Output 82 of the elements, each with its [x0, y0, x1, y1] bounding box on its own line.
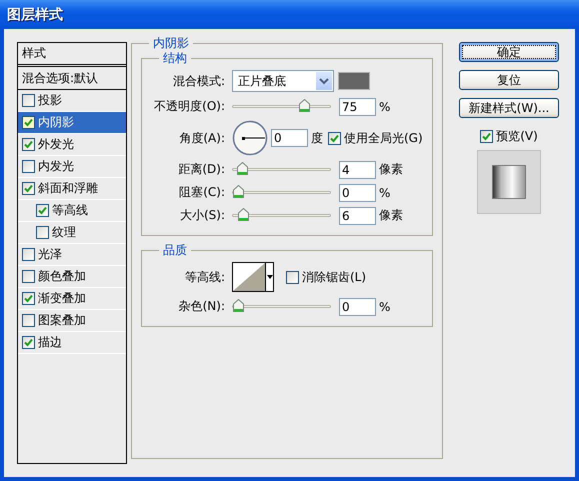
dialog-button[interactable]: 确定 — [459, 42, 559, 62]
style-label: 投影 — [38, 92, 62, 109]
group-title: 品质 — [162, 242, 188, 259]
checkbox[interactable] — [22, 138, 35, 151]
checkbox[interactable] — [22, 314, 35, 327]
unit-label: % — [379, 300, 390, 314]
checkbox[interactable] — [22, 94, 35, 107]
style-label: 渐变叠加 — [38, 290, 86, 307]
unit-label: % — [379, 186, 390, 200]
slider-thumb[interactable] — [236, 162, 248, 175]
style-label: 纹理 — [52, 224, 76, 241]
value-field[interactable]: 0 — [339, 184, 376, 202]
checkbox-label: 使用全局光(G) — [344, 130, 423, 146]
value-field[interactable]: 75 — [339, 98, 376, 116]
window-title: 图层样式 — [7, 6, 63, 24]
group-title: 结构 — [162, 50, 188, 67]
value-field[interactable]: 6 — [339, 206, 376, 224]
style-label: 等高线 — [52, 202, 88, 219]
style-label: 外发光 — [38, 136, 74, 153]
slider-thumb[interactable] — [233, 185, 244, 198]
style-label: 斜面和浮雕 — [38, 180, 98, 197]
group-title: 内阴影 — [152, 35, 190, 52]
field-label: 杂色(N): — [178, 298, 225, 315]
checkbox[interactable] — [22, 182, 35, 195]
checkbox[interactable] — [22, 336, 35, 349]
style-list-item[interactable]: 斜面和浮雕 — [18, 178, 126, 200]
field-label: 距离(D): — [177, 161, 225, 178]
checkbox[interactable] — [36, 226, 49, 239]
field-label: 混合模式: — [172, 72, 225, 90]
value-field[interactable]: 0 — [271, 129, 308, 147]
dialog-button[interactable]: 复位 — [459, 70, 559, 90]
slider-thumb[interactable] — [238, 208, 250, 221]
blend-mode-dropdown[interactable]: 正片叠底 — [232, 70, 334, 92]
dialog-button[interactable]: 新建样式(W)... — [459, 98, 559, 118]
checkbox[interactable] — [22, 270, 35, 283]
checkbox[interactable] — [22, 116, 35, 129]
unit-label: 像素 — [379, 207, 403, 224]
value-field[interactable]: 4 — [339, 160, 376, 178]
checkbox[interactable] — [480, 130, 494, 143]
style-list-item[interactable]: 描边 — [18, 332, 126, 354]
unit-label: % — [379, 100, 390, 114]
checkbox-label: 消除锯齿(L) — [302, 268, 366, 286]
checkbox[interactable] — [328, 132, 341, 144]
style-list-item[interactable]: 颜色叠加 — [18, 266, 126, 288]
checkbox[interactable] — [22, 292, 35, 305]
unit-label: 度 — [311, 130, 323, 146]
style-list-item[interactable]: 等高线 — [18, 200, 126, 222]
value-field[interactable]: 0 — [339, 298, 376, 316]
field-label: 不透明度(O): — [153, 98, 225, 115]
field-label: 大小(S): — [178, 207, 225, 224]
preview-swatch — [492, 165, 526, 199]
style-label: 内发光 — [38, 158, 74, 175]
checkbox[interactable] — [286, 270, 299, 284]
field-label: 等高线: — [184, 268, 225, 286]
style-list-item[interactable]: 外发光 — [18, 134, 126, 156]
checkbox[interactable] — [22, 160, 35, 173]
checkbox[interactable] — [36, 204, 49, 217]
style-list-item[interactable]: 渐变叠加 — [18, 288, 126, 310]
style-label: 内阴影 — [38, 114, 74, 131]
contour-picker[interactable] — [232, 262, 274, 292]
style-list-item[interactable]: 内发光 — [18, 156, 126, 178]
checkbox[interactable] — [22, 248, 35, 261]
field-label: 角度(A): — [178, 130, 225, 146]
slider-thumb[interactable] — [233, 299, 244, 312]
style-list-item[interactable]: 图案叠加 — [18, 310, 126, 332]
field-label: 阻塞(C): — [178, 184, 225, 201]
style-list-item[interactable]: 混合选项:默认 — [18, 67, 126, 90]
style-label: 描边 — [38, 334, 62, 351]
color-swatch[interactable] — [338, 72, 370, 90]
checkbox-label: 预览(V) — [496, 128, 538, 145]
style-list-item[interactable]: 内阴影 — [18, 112, 126, 134]
unit-label: 像素 — [379, 161, 403, 178]
style-list-item[interactable]: 光泽 — [18, 244, 126, 266]
style-label: 颜色叠加 — [38, 268, 86, 285]
list-header: 样式 — [18, 43, 126, 67]
chevron-icon — [316, 72, 332, 90]
angle-dial[interactable] — [232, 120, 268, 156]
dropdown-arrow-icon — [265, 263, 273, 291]
style-label: 光泽 — [38, 246, 62, 263]
style-label: 图案叠加 — [38, 312, 86, 329]
slider-thumb[interactable] — [299, 99, 310, 112]
style-list-item[interactable]: 纹理 — [18, 222, 126, 244]
